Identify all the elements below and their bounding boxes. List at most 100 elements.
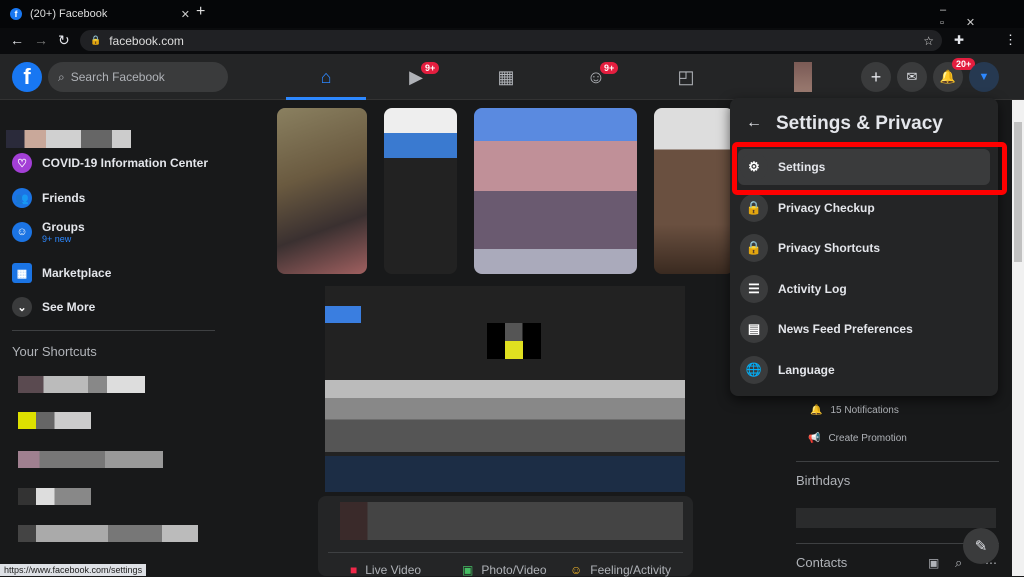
create-button[interactable]: + <box>861 62 891 92</box>
live-video-label: Live Video <box>365 563 422 577</box>
reload-icon[interactable]: ↻ <box>58 32 70 49</box>
browser-tab[interactable]: f (20+) Facebook ✕ <box>10 4 190 24</box>
menu-item-language[interactable]: 🌐 Language <box>738 352 990 388</box>
smiley-icon: ☺ <box>570 563 583 577</box>
sidebar-item-friends[interactable]: 👥 Friends <box>12 188 85 208</box>
menu-item-activity-log[interactable]: ☰ Activity Log <box>738 271 990 307</box>
story-card[interactable] <box>384 108 457 274</box>
bell-icon: 🔔 <box>810 405 823 416</box>
facebook-logo[interactable]: f <box>12 62 42 92</box>
sidebar-label: Marketplace <box>42 266 112 280</box>
shortcut-item[interactable] <box>18 451 163 468</box>
sidebar-item-groups[interactable]: ☺ Groups 9+ new <box>12 220 85 244</box>
shield-heart-icon: ♡ <box>12 153 32 173</box>
menu-item-label: Privacy Checkup <box>778 201 875 215</box>
story-card[interactable] <box>277 108 367 274</box>
lock-icon: 🔒 <box>740 234 768 262</box>
feed-post-image <box>325 286 685 492</box>
shortcut-item[interactable] <box>18 488 91 505</box>
list-icon: ☰ <box>740 275 768 303</box>
feeling-label: Feeling/Activity <box>590 563 671 577</box>
menu-item-privacy-shortcuts[interactable]: 🔒 Privacy Shortcuts <box>738 230 990 266</box>
bookmark-star-icon[interactable]: ☆ <box>923 34 934 48</box>
lock-icon: 🔒 <box>90 35 102 45</box>
url-input[interactable]: 🔒 facebook.com ☆ <box>80 30 942 51</box>
live-video-button[interactable]: ■ Live Video <box>350 563 421 577</box>
search-placeholder: Search Facebook <box>70 70 165 84</box>
status-bar-url: https://www.facebook.com/settings <box>0 564 147 576</box>
shortcut-item[interactable] <box>18 525 198 542</box>
watch-badge: 9+ <box>421 62 440 74</box>
shortcuts-heading: Your Shortcuts <box>12 344 97 359</box>
browser-menu-icon[interactable]: ⋮ <box>1004 32 1017 48</box>
profile-avatar[interactable] <box>794 62 812 92</box>
red-highlight-box <box>732 142 1007 195</box>
feeling-activity-button[interactable]: ☺ Feeling/Activity <box>570 563 671 577</box>
back-arrow-icon[interactable]: ← <box>746 114 762 132</box>
photo-video-label: Photo/Video <box>481 563 547 577</box>
sidebar-label: COVID-19 Information Center <box>42 156 209 170</box>
scrollbar[interactable] <box>1012 100 1024 576</box>
back-icon[interactable]: ← <box>10 32 24 48</box>
friends-icon: 👥 <box>12 188 32 208</box>
tab-title: (20+) Facebook <box>30 8 108 20</box>
window-controls[interactable]: –▫✕ <box>940 4 1024 29</box>
birthdays-heading: Birthdays <box>796 473 851 488</box>
photo-video-button[interactable]: ▣ Photo/Video <box>462 563 547 577</box>
menu-item-label: Language <box>778 363 835 377</box>
contacts-search-icon[interactable]: ⌕ <box>955 555 962 571</box>
groups-new-count: 9+ new <box>42 234 72 244</box>
story-card[interactable] <box>654 108 734 274</box>
sidebar-item-covid[interactable]: ♡ COVID-19 Information Center <box>12 153 208 173</box>
facebook-favicon-icon: f <box>10 8 22 20</box>
groups-badge: 9+ <box>600 62 619 74</box>
video-room-icon[interactable]: ▣ <box>928 556 939 570</box>
menu-title: Settings & Privacy <box>776 113 943 134</box>
url-text: facebook.com <box>109 33 184 48</box>
story-card[interactable] <box>474 108 637 274</box>
extensions-icon[interactable]: ✚ <box>954 33 964 47</box>
home-tab-underline <box>286 97 366 100</box>
create-promotion-link[interactable]: 📢 Create Promotion <box>808 433 907 444</box>
marketplace-tab[interactable]: ▦ <box>486 62 526 92</box>
globe-icon: 🌐 <box>740 356 768 384</box>
new-message-button[interactable]: ✎ <box>963 528 999 564</box>
profile-name-blurred <box>6 130 131 148</box>
search-input[interactable]: ⌕ Search Facebook <box>48 62 228 92</box>
birthday-item-blurred[interactable] <box>796 508 996 528</box>
shortcut-item[interactable] <box>18 376 145 393</box>
sidebar-item-marketplace[interactable]: ▦ Marketplace <box>12 263 111 283</box>
lock-plus-icon: 🔒 <box>740 194 768 222</box>
shortcut-item[interactable] <box>18 412 91 429</box>
photo-icon: ▣ <box>462 563 474 577</box>
create-promotion-label: Create Promotion <box>828 433 907 444</box>
account-menu-button[interactable]: ▼ <box>969 62 999 92</box>
menu-item-news-feed-preferences[interactable]: ▤ News Feed Preferences <box>738 311 990 347</box>
sidebar-label: Groups <box>42 220 85 234</box>
menu-item-privacy-checkup[interactable]: 🔒 Privacy Checkup <box>738 190 990 226</box>
shop-icon: ▦ <box>12 263 32 283</box>
sidebar-label: See More <box>42 300 96 314</box>
menu-item-label: Privacy Shortcuts <box>778 241 881 255</box>
chevron-down-icon: ⌄ <box>12 297 32 317</box>
composer-input[interactable] <box>340 502 683 540</box>
divider <box>796 461 999 462</box>
new-tab-icon[interactable]: + <box>196 3 205 21</box>
search-icon: ⌕ <box>58 69 65 84</box>
contacts-heading: Contacts <box>796 555 848 570</box>
menu-item-label: Activity Log <box>778 282 847 296</box>
close-tab-icon[interactable]: ✕ <box>181 8 190 21</box>
sidebar-divider <box>12 330 215 331</box>
messenger-button[interactable]: ✉ <box>897 62 927 92</box>
notifications-count: 15 Notifications <box>830 405 899 416</box>
notifications-link[interactable]: 🔔 15 Notifications <box>810 405 899 416</box>
forward-icon[interactable]: → <box>34 32 48 48</box>
groups-icon: ☺ <box>12 222 32 242</box>
sidebar-item-see-more[interactable]: ⌄ See More <box>12 297 95 317</box>
menu-item-label: News Feed Preferences <box>778 322 913 336</box>
sidebar-label: Friends <box>42 191 86 205</box>
feed-icon: ▤ <box>740 315 768 343</box>
gaming-tab[interactable]: ◰ <box>666 62 706 92</box>
live-video-icon: ■ <box>350 563 358 577</box>
home-tab[interactable]: ⌂ <box>306 62 346 92</box>
